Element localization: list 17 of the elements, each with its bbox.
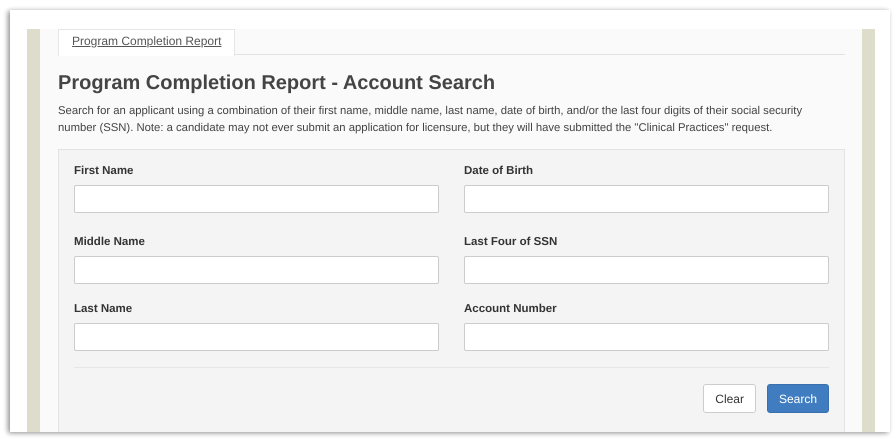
description-text: Search for an applicant using a combination of their first name, middle name, last name, date of birth, and/or the last four digits of their social security number (SSN). Note: a candidate may not ever submit an application for licensure, but they will have submitted the "Clinical Practices" request. xyxy=(58,104,804,136)
input-field[interactable] xyxy=(464,185,829,213)
input-field[interactable] xyxy=(464,256,829,284)
input-field[interactable] xyxy=(74,323,439,351)
input-field[interactable] xyxy=(74,256,439,284)
field-label: Last Four of SSN xyxy=(464,235,558,249)
page-heading: Program Completion Report - Account Search xyxy=(58,71,496,95)
clear-button[interactable]: Clear xyxy=(703,384,756,413)
input-field[interactable] xyxy=(464,323,829,351)
field-label: Middle Name xyxy=(74,235,146,249)
field-label: Last Name xyxy=(74,302,134,316)
field-label: First Name xyxy=(74,164,134,178)
field-label: Date of Birth xyxy=(464,164,534,178)
tab[interactable]: Program Completion Report xyxy=(58,29,236,56)
input-field[interactable] xyxy=(74,185,439,213)
search-button[interactable]: Search xyxy=(766,384,829,413)
field-label: Account Number xyxy=(464,302,558,316)
